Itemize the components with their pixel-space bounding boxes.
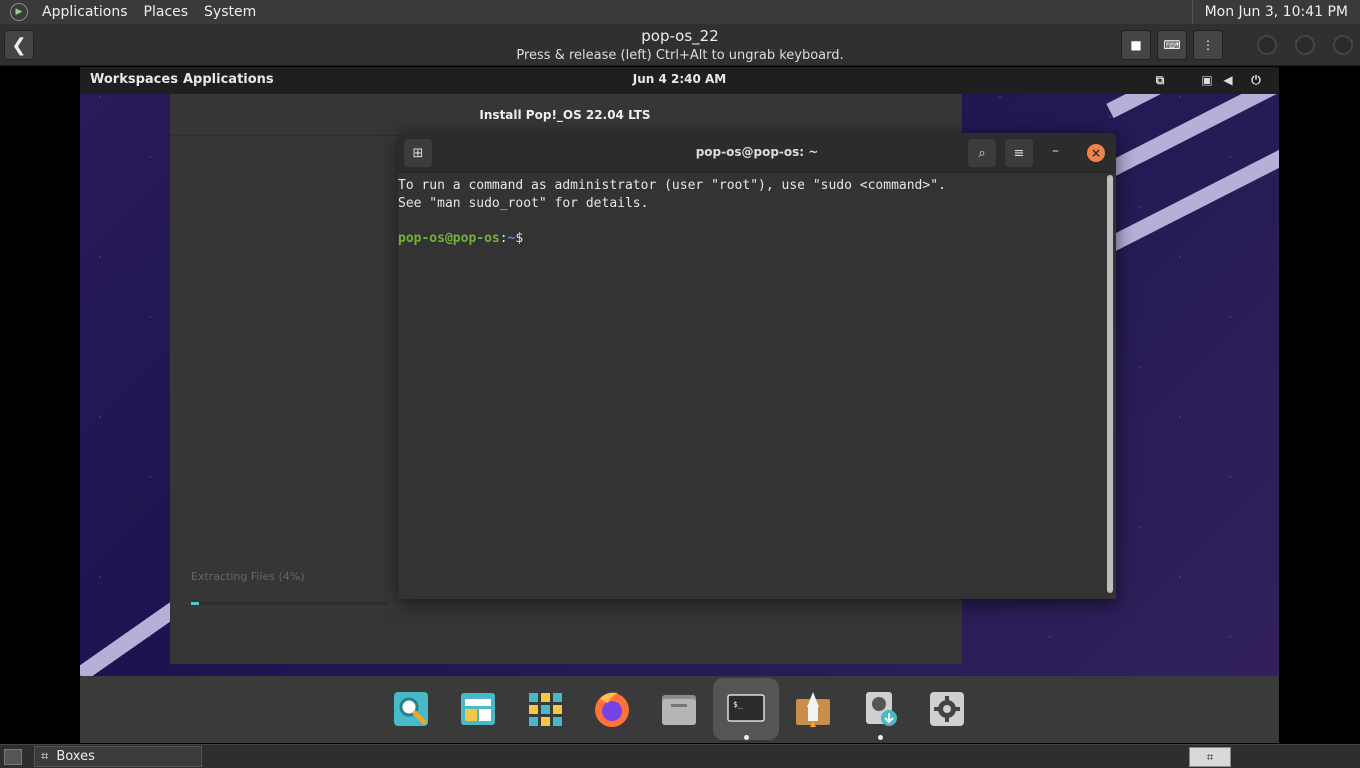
vm-title: pop-os_22 [641,27,719,45]
terminal-icon: $_ [727,694,765,722]
menu-system[interactable]: System [196,4,264,20]
pop-shop-icon [461,693,495,725]
running-indicator [744,735,749,740]
menu-places[interactable]: Places [136,4,197,20]
guest-top-panel: Workspaces Applications Jun 4 2:40 AM ⧉ … [80,67,1279,94]
maximize-window-button[interactable] [1295,35,1315,55]
search-launcher-icon [394,692,428,726]
boxes-header-bar: ❮ pop-os_22 Press & release (left) Ctrl+… [0,24,1360,66]
search-icon: ⌕ [978,145,986,161]
dock-pop-shop[interactable] [455,686,501,732]
menu-applications[interactable]: Applications [34,4,136,20]
taskbar-window-boxes[interactable]: ⌗ Boxes [34,746,202,767]
terminal-headerbar: ⊞ pop-os@pop-os: ~ ⌕ ≡ – × [398,133,1116,173]
taskbar-window-label: Boxes [56,749,95,764]
installer-title-text: Install Pop!_OS 22.04 LTS [479,108,651,122]
dock-app-grid[interactable] [522,686,568,732]
dock-installer[interactable] [790,686,836,732]
guest-clock[interactable]: Jun 4 2:40 AM [80,72,1279,86]
dock-terminal[interactable]: $_ [713,678,779,740]
vm-display[interactable]: Workspaces Applications Jun 4 2:40 AM ⧉ … [80,67,1279,743]
show-desktop-button[interactable] [4,749,22,765]
minimize-window-button[interactable] [1257,35,1277,55]
volume-icon[interactable]: ◀ [1221,73,1235,87]
app-grid-icon [529,693,562,726]
host-taskbar: ⌗ Boxes ⌗ [0,744,1360,768]
dock-disk-installer[interactable] [857,686,903,732]
terminal-window[interactable]: ⊞ pop-os@pop-os: ~ ⌕ ≡ – × To run a comm… [398,133,1116,599]
disk-download-icon [866,692,897,726]
terminal-output[interactable]: To run a command as administrator (user … [398,175,1104,595]
close-icon: × [1090,146,1102,160]
firefox-icon [595,692,629,727]
dock-settings[interactable] [924,686,970,732]
dock-firefox[interactable] [589,686,635,732]
terminal-line: See "man sudo_root" for details. [398,195,649,211]
progress-fill [191,602,199,605]
kebab-menu-icon: ⋮ [1202,38,1214,52]
prompt-symbol: $ [515,230,524,246]
installer-title: Install Pop!_OS 22.04 LTS [170,94,962,136]
mate-logo-icon[interactable]: ▶ [10,3,28,21]
installer-sidebar [170,137,390,607]
terminal-prompt: pop-os@pop-os:~$ [398,230,1104,248]
dock: $_ [80,676,1279,743]
ungrab-hint: Press & release (left) Ctrl+Alt to ungra… [516,48,844,63]
terminal-search-button[interactable]: ⌕ [968,139,996,167]
workspace-icon: ⌗ [1206,749,1214,764]
close-window-button[interactable] [1333,35,1353,55]
terminal-scrollbar[interactable] [1107,175,1113,593]
menu-button[interactable]: ⋮ [1193,30,1223,60]
power-icon[interactable]: ⏻ [1249,73,1263,87]
host-clock[interactable]: Mon Jun 3, 10:41 PM [1191,0,1360,24]
svg-text:$_: $_ [733,700,743,709]
progress-bar [191,602,387,605]
keyboard-button[interactable]: ⌨ [1157,30,1187,60]
folder-icon [662,695,696,725]
desktop: ▶ Applications Places System Mon Jun 3, … [0,0,1360,768]
prompt-separator: : [499,230,508,246]
boxes-app-icon: ⌗ [41,749,49,764]
network-icon[interactable]: ⧉ [1153,73,1167,87]
terminal-minimize-button[interactable]: – [1052,143,1059,159]
workspace-switcher[interactable]: ⌗ [1189,747,1231,767]
prompt-user: pop-os@pop-os [398,230,500,246]
host-top-panel: ▶ Applications Places System Mon Jun 3, … [0,0,1360,24]
display-icon[interactable]: ▣ [1200,73,1214,87]
gear-icon [930,692,964,726]
dock-search-launcher[interactable] [388,686,434,732]
hamburger-menu-icon: ≡ [1013,145,1025,161]
progress-label: Extracting Files (4%) [191,570,305,583]
terminal-line: To run a command as administrator (user … [398,178,946,193]
running-indicator [878,735,883,740]
stop-square-icon: ■ [1130,38,1142,52]
rocket-installer-icon [796,692,830,727]
keyboard-icon: ⌨ [1163,38,1181,52]
terminal-close-button[interactable]: × [1087,144,1105,162]
installer-footer [170,609,962,664]
terminal-menu-button[interactable]: ≡ [1005,139,1033,167]
dock-files[interactable] [656,686,702,732]
send-keys-button[interactable]: ■ [1121,30,1151,60]
